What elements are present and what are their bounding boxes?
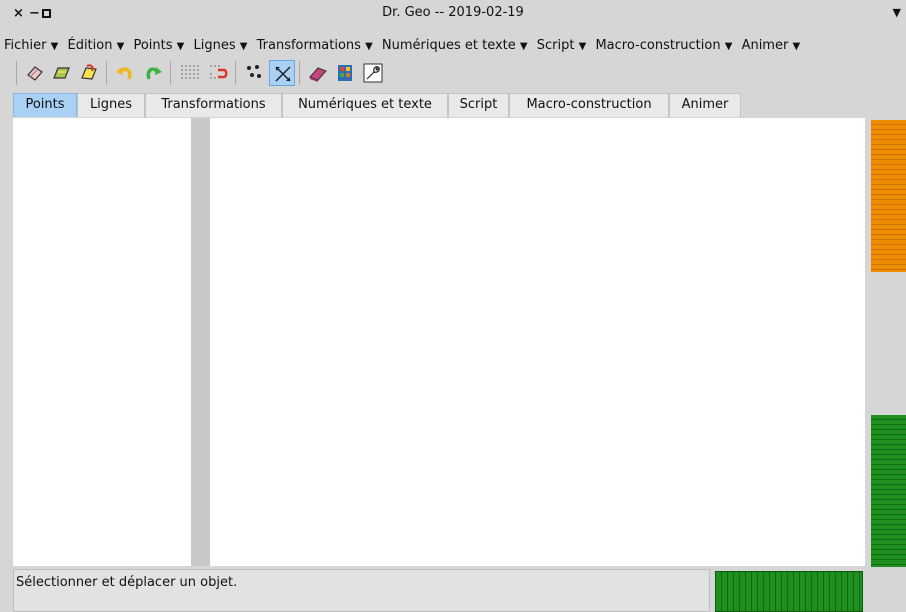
grid-button[interactable] [176, 60, 202, 86]
select-points-icon [247, 65, 261, 78]
open-button[interactable] [49, 60, 75, 86]
tab-animer[interactable]: Animer [669, 93, 741, 117]
tab-label: Script [459, 97, 498, 112]
menu-label: Animer [741, 38, 789, 53]
tab-transformations[interactable]: Transformations [145, 93, 282, 117]
wrench-icon [363, 63, 383, 83]
chevron-down-icon: ▼ [365, 41, 373, 52]
save-icon [81, 64, 97, 80]
status-message: Sélectionner et déplacer un objet. [16, 575, 238, 590]
tab-lignes[interactable]: Lignes [77, 93, 145, 117]
toolbar-separator [106, 61, 107, 85]
tab-label: Numériques et texte [298, 97, 432, 112]
style-icon [338, 65, 352, 81]
menu-label: Script [536, 38, 575, 53]
menu-points[interactable]: Points ▼ [133, 38, 184, 53]
tab-label: Animer [681, 97, 729, 112]
window-title: Dr. Geo -- 2019-02-19 [382, 5, 524, 20]
magnet-grid-button[interactable] [205, 60, 231, 86]
magnet-grid-icon [210, 65, 228, 79]
menu-label: Macro-construction [595, 38, 721, 53]
menu-script[interactable]: Script ▼ [537, 38, 587, 53]
menu-fichier[interactable]: Fichier ▼ [4, 38, 58, 53]
status-bar: Sélectionner et déplacer un objet. [13, 569, 710, 612]
chevron-down-icon: ▼ [116, 41, 125, 52]
menu-label: Points [133, 38, 173, 53]
menu-lignes[interactable]: Lignes ▼ [194, 38, 248, 53]
menu-bar: Fichier ▼ Édition ▼ Points ▼ Lignes ▼ Tr… [4, 38, 805, 58]
horizontal-scroll-indicator[interactable] [871, 415, 906, 567]
vertical-scrollbar-thumb[interactable] [871, 120, 906, 272]
tab-label: Macro-construction [526, 97, 652, 112]
menu-label: Fichier [4, 38, 47, 53]
menu-label: Transformations [256, 38, 361, 53]
menu-animer[interactable]: Animer ▼ [742, 38, 801, 53]
toolbar-separator [235, 61, 236, 85]
redo-button[interactable] [140, 60, 166, 86]
chevron-down-icon: ▼ [50, 41, 59, 52]
new-sketch-button[interactable] [22, 60, 48, 86]
menu-label: Numériques et texte [381, 38, 516, 53]
redo-icon [146, 67, 162, 80]
menu-label: Édition [67, 38, 113, 53]
open-icon [53, 67, 70, 79]
menu-label: Lignes [193, 38, 236, 53]
menu-transformations[interactable]: Transformations ▼ [257, 38, 373, 53]
select-move-icon [275, 66, 291, 82]
tool-list-panel[interactable] [13, 118, 191, 566]
chevron-down-icon: ▼ [724, 41, 733, 52]
select-points-button[interactable] [241, 60, 267, 86]
style-button[interactable] [332, 60, 358, 86]
new-sketch-icon [27, 66, 43, 81]
grid-icon [181, 65, 199, 79]
tab-macro[interactable]: Macro-construction [509, 93, 669, 117]
window-menu-icon[interactable]: ▼ [893, 6, 901, 19]
undo-icon [116, 67, 132, 80]
chevron-down-icon: ▼ [519, 41, 528, 52]
tab-label: Points [25, 97, 65, 112]
toolbar-separator [170, 61, 171, 85]
chevron-down-icon: ▼ [578, 41, 587, 52]
tab-points[interactable]: Points [13, 93, 77, 117]
tab-label: Transformations [161, 97, 266, 112]
properties-button[interactable] [360, 60, 386, 86]
undo-button[interactable] [112, 60, 138, 86]
select-move-button[interactable] [269, 60, 295, 86]
drawing-canvas[interactable] [210, 118, 865, 566]
chevron-down-icon: ▼ [792, 41, 801, 52]
menu-edition[interactable]: Édition ▼ [67, 38, 124, 53]
menu-macro[interactable]: Macro-construction ▼ [595, 38, 732, 53]
menu-numeriques[interactable]: Numériques et texte ▼ [382, 38, 528, 53]
panel-splitter[interactable] [191, 118, 210, 566]
toolbar-separator [16, 61, 17, 85]
tab-label: Lignes [89, 97, 133, 112]
tab-script[interactable]: Script [448, 93, 509, 117]
title-bar: × − Dr. Geo -- 2019-02-19 ▼ [0, 0, 906, 38]
chevron-down-icon: ▼ [176, 41, 185, 52]
save-button[interactable] [76, 60, 102, 86]
chevron-down-icon: ▼ [239, 41, 248, 52]
eraser-button[interactable] [305, 60, 331, 86]
eraser-icon [309, 67, 327, 82]
status-progress [715, 571, 863, 612]
toolbar-separator [299, 61, 300, 85]
tab-numeriques[interactable]: Numériques et texte [282, 93, 448, 117]
